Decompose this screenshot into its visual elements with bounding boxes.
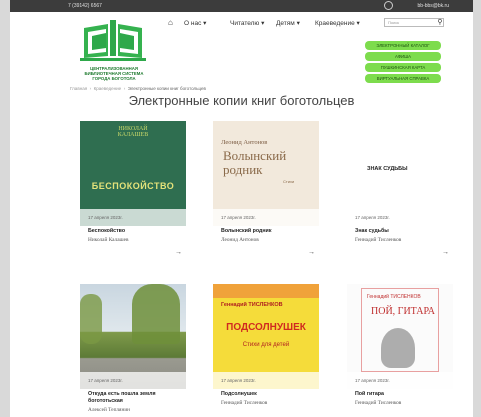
virtual-help-button[interactable]: ВИРТУАЛЬНАЯ СПРАВКА: [365, 74, 441, 83]
afisha-button[interactable]: АФИША: [365, 52, 441, 61]
book-card[interactable]: Геннадий ТИСЛЕНКОВ ПОДСОЛНУШЕК Стихи для…: [213, 284, 319, 417]
cover-author: Геннадий ТИСЛЕНКОВ: [221, 302, 283, 308]
book-author: Николай Калашев: [88, 237, 129, 243]
book-date: 17 апреля 2023г.: [213, 372, 319, 389]
book-author: Геннадий Тисленков: [355, 237, 402, 243]
globe-icon[interactable]: [384, 1, 393, 10]
book-title[interactable]: Откуда есть пошла земля богототьская: [88, 391, 188, 404]
book-title[interactable]: Волынский родник: [221, 228, 321, 235]
cover-title: ПОДСОЛНУШЕК: [226, 322, 306, 333]
book-date: 17 апреля 2023г.: [347, 372, 453, 389]
book-date: 17 апреля 2023г.: [347, 209, 453, 226]
top-bar: 7 (39142) 6567 bb-bbs@bk.ru: [10, 0, 473, 12]
book-date: 17 апреля 2023г.: [213, 209, 319, 226]
cover-author: НИКОЛАЙ КАЛАШЕВ: [117, 126, 149, 138]
cover-author: Геннадий ТИСЛЕНКОВ: [367, 294, 421, 300]
cover-subtitle: Стихи для детей: [242, 342, 290, 348]
pushkin-card-button[interactable]: ПУШКИНСКАЯ КАРТА: [365, 63, 441, 72]
search-icon[interactable]: ⚲: [435, 18, 445, 27]
book-title[interactable]: Пой гитара: [355, 391, 455, 398]
book-card[interactable]: 17 апреля 2023г. Откуда есть пошла земля…: [80, 284, 186, 417]
book-date: 17 апреля 2023г.: [80, 372, 186, 389]
cover-subtitle: Стихи: [283, 179, 295, 184]
nav-item-readers[interactable]: Читателю ▾: [230, 19, 264, 27]
arrow-right-icon[interactable]: →: [308, 249, 315, 256]
book-author: Геннадий Тисленков: [221, 400, 268, 406]
breadcrumb-home[interactable]: Главная: [70, 86, 87, 91]
book-author: Алексей Теплянин: [88, 407, 130, 413]
book-date: 17 апреля 2023г.: [80, 209, 186, 226]
book-logo-icon: [80, 20, 146, 61]
book-card[interactable]: ЗНАК СУДЬБЫ 17 апреля 2023г. Знак судьбы…: [347, 121, 453, 271]
cover-author: Леонид Антонов: [221, 139, 268, 146]
book-author: Леонид Антонов: [221, 237, 259, 243]
breadcrumb: Главная › Краеведение › Электронные копи…: [70, 86, 206, 91]
book-title[interactable]: Знак судьбы: [355, 228, 455, 235]
page: 7 (39142) 6567 bb-bbs@bk.ru ЦЕНТРАЛИЗОВА…: [10, 0, 473, 417]
catalog-button[interactable]: ЭЛЕКТРОННЫЙ КАТАЛОГ: [365, 41, 441, 50]
book-card[interactable]: НИКОЛАЙ КАЛАШЕВ БЕСПОКОЙСТВО 17 апреля 2…: [80, 121, 186, 271]
breadcrumb-local-history[interactable]: Краеведение: [94, 86, 122, 91]
cover-title: ЗНАК СУДЬБЫ: [367, 166, 408, 172]
book-card[interactable]: Леонид Антонов Волынский родник Стихи 17…: [213, 121, 319, 271]
email-link[interactable]: bb-bbs@bk.ru: [418, 3, 449, 9]
cover-title: Волынский родник: [223, 148, 287, 177]
book-title[interactable]: Подсолнушек: [221, 391, 321, 398]
cover-title: БЕСПОКОЙСТВО: [91, 181, 175, 191]
phone-text: 7 (39142) 6567: [68, 3, 102, 9]
nav-item-local-history[interactable]: Краеведение ▾: [315, 19, 360, 27]
cover-title: ПОЙ, ГИТАРА: [371, 306, 436, 317]
logo-line-3: ГОРОДА БОГОТОЛА: [92, 76, 136, 81]
book-author: Геннадий Тисленков: [355, 400, 402, 406]
home-icon[interactable]: ⌂: [168, 18, 173, 27]
page-title: Электронные копии книг боготольцев: [128, 93, 355, 108]
arrow-right-icon[interactable]: →: [175, 249, 182, 256]
book-card[interactable]: Геннадий ТИСЛЕНКОВ ПОЙ, ГИТАРА 17 апреля…: [347, 284, 453, 417]
site-logo[interactable]: ЦЕНТРАЛИЗОВАННАЯ БИБЛИОТЕЧНАЯ СИСТЕМА ГО…: [74, 18, 154, 84]
arrow-right-icon[interactable]: →: [442, 249, 449, 256]
nav-item-children[interactable]: Детям ▾: [276, 19, 300, 27]
nav-item-about[interactable]: О нас ▾: [184, 19, 206, 27]
book-title[interactable]: Беспокойство: [88, 228, 188, 235]
breadcrumb-current: Электронные копии книг боготольцев: [127, 86, 206, 91]
